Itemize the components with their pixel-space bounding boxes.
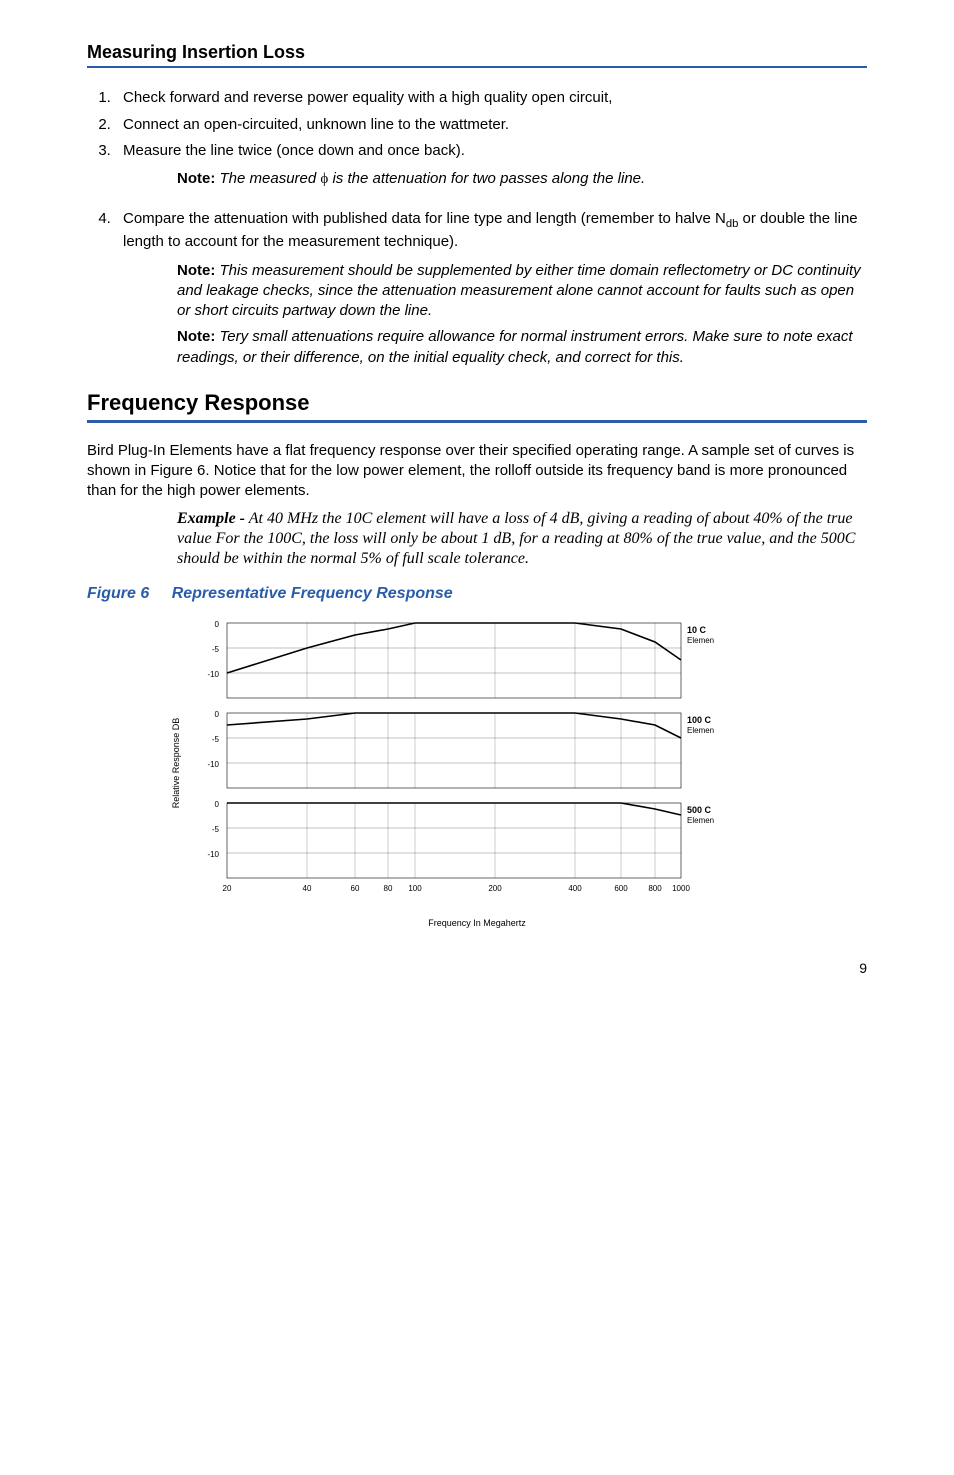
note-text: Tery small attenuations require allowanc…: [177, 328, 853, 365]
procedure-list-cont: Compare the attenuation with published d…: [87, 209, 867, 252]
series-label-500c-sub: Elemen: [687, 816, 714, 825]
series-label-100c-sub: Elemen: [687, 726, 714, 735]
ytick: -5: [212, 735, 220, 744]
step-2: Connect an open-circuited, unknown line …: [115, 115, 867, 135]
page-number: 9: [87, 959, 867, 978]
figure-caption: Figure 6 Representative Frequency Respon…: [87, 583, 867, 605]
procedure-list: Check forward and reverse power equality…: [87, 88, 867, 161]
svg-text:80: 80: [384, 884, 393, 893]
step-1: Check forward and reverse power equality…: [115, 88, 867, 108]
svg-text:800: 800: [648, 884, 662, 893]
x-axis-label: Frequency In Megahertz: [87, 917, 867, 929]
ytick: -10: [207, 850, 219, 859]
example-text: At 40 MHz the 10C element will have a lo…: [177, 510, 855, 567]
series-label-10c: 10 C: [687, 625, 707, 635]
ytick: -10: [207, 760, 219, 769]
x-ticks: 20 40 60 80 100 200 400 600 800 1000: [223, 884, 691, 893]
ytick: 0: [215, 620, 220, 629]
svg-text:400: 400: [568, 884, 582, 893]
y-axis-label: Relative Response DB: [171, 718, 181, 809]
section-heading-insertion-loss: Measuring Insertion Loss: [87, 40, 867, 68]
series-label-100c: 100 C: [687, 715, 712, 725]
note-a: Note: This measurement should be supplem…: [177, 261, 867, 322]
panel-100c: 0 -5 -10 100 C Elemen: [207, 710, 714, 788]
example-block: Example - At 40 MHz the 10C element will…: [177, 509, 867, 569]
figure-title: Representative Frequency Response: [172, 585, 453, 602]
panel-10c: 0 -5 -10 10 C Elemen: [207, 620, 714, 698]
note-label: Note:: [177, 328, 215, 345]
note-text: This measurement should be supplemented …: [177, 262, 861, 320]
ytick: -10: [207, 670, 219, 679]
svg-text:200: 200: [488, 884, 502, 893]
note-label: Note:: [177, 262, 215, 279]
figure-number: Figure 6: [87, 585, 149, 602]
step-3: Measure the line twice (once down and on…: [115, 141, 867, 161]
ytick: -5: [212, 645, 220, 654]
example-label: Example -: [177, 510, 245, 527]
step-4: Compare the attenuation with published d…: [115, 209, 867, 252]
svg-text:20: 20: [223, 884, 232, 893]
section-heading-frequency-response: Frequency Response: [87, 388, 867, 423]
svg-text:600: 600: [614, 884, 628, 893]
note-label: Note:: [177, 170, 215, 187]
note-text: The measured ϕ is the attenuation for tw…: [220, 170, 646, 187]
ytick: -5: [212, 825, 220, 834]
frequency-response-chart: Relative Response DB 0 -5 -10 10 C Eleme: [167, 613, 787, 913]
svg-text:100: 100: [408, 884, 422, 893]
chart-container: Relative Response DB 0 -5 -10 10 C Eleme: [87, 613, 867, 913]
panel-500c: 0 -5 -10 500 C Elemen: [207, 800, 714, 878]
svg-text:40: 40: [303, 884, 312, 893]
series-label-10c-sub: Elemen: [687, 636, 714, 645]
series-label-500c: 500 C: [687, 805, 712, 815]
note-b: Note: Tery small attenuations require al…: [177, 327, 867, 368]
note-after-step3: Note: The measured ϕ is the attenuation …: [177, 169, 867, 189]
ytick: 0: [215, 710, 220, 719]
ytick: 0: [215, 800, 220, 809]
svg-text:60: 60: [351, 884, 360, 893]
freq-response-paragraph: Bird Plug-In Elements have a flat freque…: [87, 441, 867, 502]
svg-text:1000: 1000: [672, 884, 690, 893]
